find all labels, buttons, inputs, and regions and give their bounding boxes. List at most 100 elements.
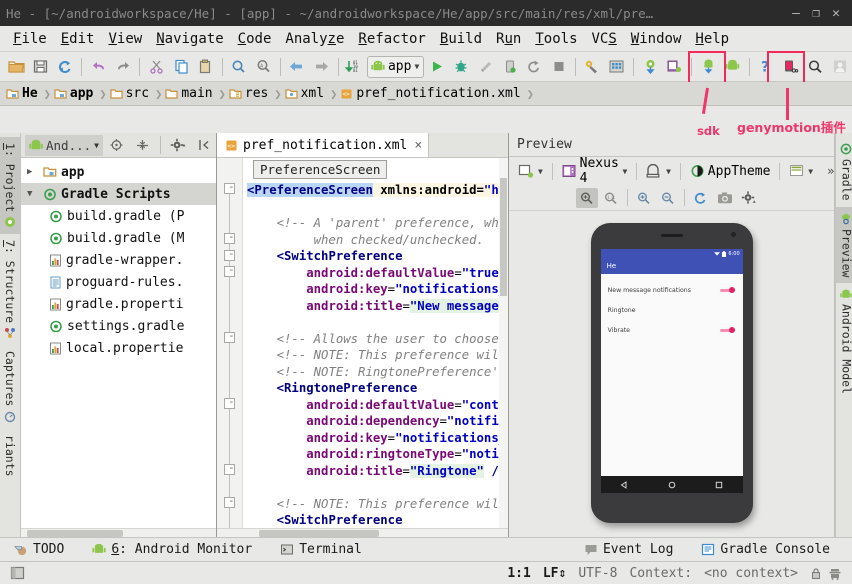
instant-run-icon[interactable] xyxy=(498,55,522,79)
tree-item-settings-gradle[interactable]: settings.gradle xyxy=(21,315,216,337)
sidebar-item-structure[interactable]: 7: Structure xyxy=(0,234,20,345)
replace-icon[interactable]: A xyxy=(251,55,275,79)
sidebar-item-android-model[interactable]: Android Model xyxy=(836,283,852,400)
recents-square-icon[interactable] xyxy=(715,478,723,492)
undo-icon[interactable] xyxy=(86,55,110,79)
menu-run[interactable]: Run xyxy=(489,29,528,49)
menu-tools[interactable]: Tools xyxy=(528,29,584,49)
maximize-button[interactable]: ❐ xyxy=(806,6,826,21)
locate-icon[interactable] xyxy=(105,133,129,157)
zoom-to-fit-icon[interactable] xyxy=(575,187,598,208)
sync-gradle-icon[interactable] xyxy=(638,55,662,79)
save-all-icon[interactable] xyxy=(28,55,52,79)
inspections-icon[interactable] xyxy=(828,567,842,580)
preference-row-notifications[interactable]: New message notifications xyxy=(601,280,743,300)
menu-file[interactable]: File xyxy=(6,29,54,49)
forward-icon[interactable] xyxy=(309,55,333,79)
redo-icon[interactable] xyxy=(111,55,135,79)
sdk-manager-wrench-icon[interactable] xyxy=(580,55,604,79)
hide-icon[interactable] xyxy=(192,133,216,157)
editor-horizontal-scrollbar[interactable] xyxy=(217,528,508,537)
close-icon[interactable]: × xyxy=(412,138,422,153)
menu-refactor[interactable]: Refactor xyxy=(351,29,432,49)
project-horizontal-scrollbar[interactable] xyxy=(21,528,216,537)
editor-gutter[interactable] xyxy=(217,158,243,528)
menu-view[interactable]: View xyxy=(101,29,149,49)
bottom-item-android-monitor[interactable]: 6: Android Monitor xyxy=(78,542,266,557)
copy-icon[interactable] xyxy=(169,55,193,79)
compile-icon[interactable]: 01 10 01 xyxy=(343,55,367,79)
breadcrumb-item-app[interactable]: app ❯ xyxy=(54,86,110,101)
preview-overflow-button[interactable]: » xyxy=(827,164,834,178)
breadcrumb-item-he[interactable]: He ❯ xyxy=(6,86,54,101)
back-triangle-icon[interactable] xyxy=(620,478,628,492)
run-configuration-selector[interactable]: app ▼ xyxy=(366,55,425,78)
settings-icon[interactable] xyxy=(167,133,191,157)
refresh-icon[interactable] xyxy=(690,188,712,208)
expand-arrow-icon[interactable]: ▶ xyxy=(27,167,39,177)
menu-help[interactable]: Help xyxy=(688,29,736,49)
coverage-icon[interactable] xyxy=(473,55,497,79)
bottom-item-gradle-console[interactable]: Gradle Console xyxy=(687,542,852,557)
scrollbar-thumb[interactable] xyxy=(27,530,123,537)
tree-item-proguard-rules[interactable]: proguard-rules. xyxy=(21,271,216,293)
switch-toggle[interactable] xyxy=(719,287,735,293)
screenshot-icon[interactable] xyxy=(714,188,736,208)
sidebar-item-project[interactable]: 1: Project xyxy=(0,137,20,235)
bottom-item-todo[interactable]: TODO xyxy=(0,542,78,557)
home-circle-icon[interactable] xyxy=(668,478,676,492)
theme-selector[interactable]: AppTheme xyxy=(687,160,774,182)
search-everywhere-icon[interactable] xyxy=(803,55,827,79)
fold-marker[interactable] xyxy=(224,180,235,194)
stop-icon[interactable] xyxy=(547,55,571,79)
line-separator[interactable]: LF⇕ xyxy=(537,566,572,581)
zoom-in-icon[interactable] xyxy=(633,188,655,208)
tree-item-gradle-properties[interactable]: gradle.properti xyxy=(21,293,216,315)
sync-icon[interactable] xyxy=(53,55,77,79)
editor-text-area[interactable]: PreferenceScreen <PreferenceScreen xmlns… xyxy=(243,158,508,528)
file-encoding[interactable]: UTF-8 xyxy=(572,566,623,581)
chevron-down-icon[interactable]: ▼ xyxy=(414,62,419,71)
breadcrumb-item-res[interactable]: res ❯ xyxy=(229,86,285,101)
tree-item-build-gradle-project[interactable]: build.gradle (P xyxy=(21,205,216,227)
project-view-selector[interactable]: And... ▼ xyxy=(25,134,103,156)
fold-marker[interactable] xyxy=(224,247,235,261)
fold-marker[interactable] xyxy=(224,461,235,475)
cut-icon[interactable] xyxy=(144,55,168,79)
breadcrumb-item-xml[interactable]: xml ❯ xyxy=(284,86,341,101)
chevron-down-icon[interactable]: ▼ xyxy=(623,167,628,176)
chevron-down-icon[interactable]: ▼ xyxy=(538,167,543,176)
zoom-out-icon[interactable] xyxy=(657,188,679,208)
fold-marker[interactable] xyxy=(224,494,235,508)
sidebar-item-preview[interactable]: Preview xyxy=(836,206,852,284)
fold-marker[interactable] xyxy=(224,230,235,244)
menu-vcs[interactable]: VCS xyxy=(585,29,624,49)
collapse-all-icon[interactable] xyxy=(131,133,155,157)
context-value[interactable]: <no context> xyxy=(698,566,804,581)
scrollbar-thumb[interactable] xyxy=(259,530,379,537)
tree-item-gradle-scripts[interactable]: ▼ Gradle Scripts xyxy=(21,183,216,205)
menu-navigate[interactable]: Navigate xyxy=(149,29,230,49)
bottom-item-terminal[interactable]: Terminal xyxy=(266,542,376,557)
menu-window[interactable]: Window xyxy=(624,29,689,49)
sidebar-item-captures[interactable]: Captures xyxy=(0,345,20,428)
menu-code[interactable]: Code xyxy=(231,29,279,49)
avd-device-icon[interactable] xyxy=(663,55,687,79)
user-avatar-icon[interactable] xyxy=(827,55,851,79)
settings-icon[interactable] xyxy=(738,188,760,208)
tree-item-build-gradle-module[interactable]: build.gradle (M xyxy=(21,227,216,249)
sidebar-item-gradle[interactable]: Gradle xyxy=(836,137,852,207)
scrollbar-thumb[interactable] xyxy=(500,178,507,296)
menu-analyze[interactable]: Analyze xyxy=(278,29,351,49)
tree-item-app[interactable]: ▶ app xyxy=(21,161,216,183)
breadcrumb-item-file[interactable]: <> pref_notification.xml ❯ xyxy=(340,86,537,101)
rerun-icon[interactable] xyxy=(522,55,546,79)
menu-edit[interactable]: Edit xyxy=(54,29,102,49)
breadcrumb-item-main[interactable]: main ❯ xyxy=(165,86,229,101)
tree-item-local-properties[interactable]: local.propertie xyxy=(21,337,216,359)
device-selector[interactable]: Nexus 4 ▼ xyxy=(559,156,631,186)
source-code[interactable]: <PreferenceScreen xmlns:android="htt <!-… xyxy=(243,158,508,528)
chevron-down-icon[interactable]: ▼ xyxy=(666,167,671,176)
device-config-selector[interactable]: ▼ xyxy=(515,160,546,182)
sidebar-item-build-variants[interactable]: riants xyxy=(0,429,20,483)
